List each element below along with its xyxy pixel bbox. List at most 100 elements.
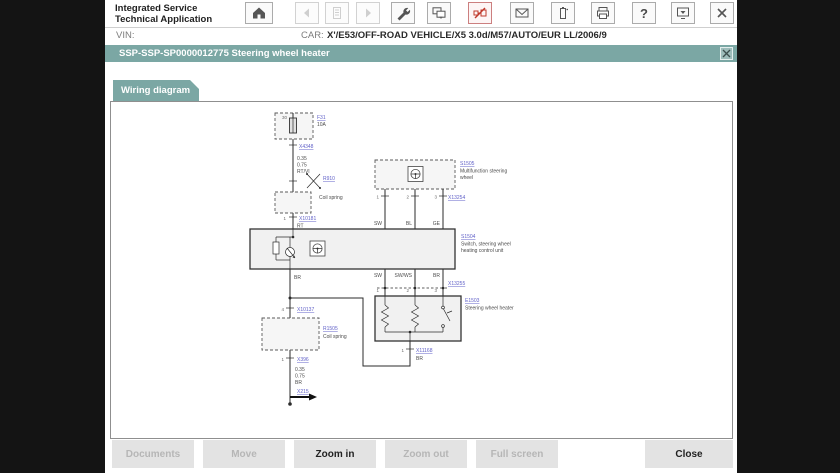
- connector-x396-link[interactable]: X396: [297, 357, 309, 363]
- ctrl-name-2: heating control unit: [461, 248, 504, 254]
- connector-x13254-link[interactable]: X13254: [448, 195, 465, 201]
- connection-button[interactable]: [468, 2, 492, 24]
- full-screen-button[interactable]: Full screen: [476, 440, 558, 468]
- ssp-title-bar: SSP-SSP-SP0000012775 Steering wheel heat…: [105, 45, 737, 62]
- splice-symbol: [306, 173, 321, 189]
- connector-x13255-link[interactable]: X13255: [448, 281, 465, 287]
- coil2-id-link[interactable]: R1505: [323, 326, 338, 332]
- connector-x10181-link[interactable]: X10181: [299, 216, 316, 222]
- app-title-line2: Technical Application: [115, 14, 212, 25]
- document-button[interactable]: [325, 2, 349, 24]
- ctrl-steering-wheel-icon: [310, 241, 325, 256]
- car-value: X'/E53/OFF-ROAD VEHICLE/X5 3.0d/M57/AUTO…: [327, 30, 607, 41]
- ssp-title: SSP-SSP-SP0000012775 Steering wheel heat…: [119, 48, 330, 59]
- footer: Documents Move Zoom in Zoom out Full screen C…: [112, 440, 733, 468]
- mail-button[interactable]: [510, 2, 534, 24]
- nav-back-button[interactable]: [295, 2, 319, 24]
- workshop-button[interactable]: [391, 2, 415, 24]
- minimize-icon: [675, 5, 691, 21]
- mfl-id-link[interactable]: S1505: [460, 161, 475, 167]
- help-icon: ?: [640, 6, 648, 21]
- vehicle-info-row: VIN: CAR: X'/E53/OFF-ROAD VEHICLE/X5 3.0…: [105, 28, 737, 44]
- zoom-out-button[interactable]: Zoom out: [385, 440, 467, 468]
- printer-icon: [595, 5, 611, 21]
- mfl-name-1: Multifunction steering: [460, 169, 507, 175]
- ista-window: Integrated Service Technical Application: [105, 0, 737, 473]
- printer-button[interactable]: [591, 2, 615, 24]
- mail-icon: [514, 5, 530, 21]
- ssp-close-icon: [722, 49, 731, 58]
- displays-button[interactable]: [427, 2, 451, 24]
- ctrl-name-1: Switch, steering wheel: [461, 242, 511, 248]
- mfl-name-2: wheel: [460, 175, 473, 181]
- coil-spring-box-top: [275, 192, 311, 213]
- heater-id-link[interactable]: E1503: [465, 298, 480, 304]
- wrench-icon: [395, 5, 411, 21]
- ground-dot: [288, 402, 292, 406]
- ctrl-box: [250, 229, 455, 269]
- move-button[interactable]: Move: [203, 440, 285, 468]
- battery-button[interactable]: [551, 2, 575, 24]
- conn-x396-pin: 1: [281, 357, 284, 362]
- fuse-id-link[interactable]: F31: [317, 115, 326, 121]
- wire-gauge-1: 0.35: [297, 156, 307, 162]
- coil-spring-box-bottom: [262, 318, 319, 350]
- vin-label: VIN:: [116, 30, 134, 41]
- home-icon: [251, 5, 267, 21]
- ctrl-wire-br: BR: [294, 275, 301, 281]
- ctrl-id-link[interactable]: S1504: [461, 234, 476, 240]
- nav-forward-button[interactable]: [356, 2, 380, 24]
- wire-mid-3: BR: [433, 273, 440, 279]
- ground-point-link[interactable]: X215: [297, 389, 309, 395]
- coil-spring-top-label: Coil spring: [319, 195, 343, 201]
- wire-sw-label: SW: [374, 221, 382, 227]
- close-button[interactable]: Close: [645, 440, 733, 468]
- connector-x4348-link[interactable]: X4348: [299, 144, 314, 150]
- connector-x11168-link[interactable]: X11168: [416, 348, 433, 354]
- wiring-diagram-panel: 30 F31 10A X4348 0.35 0.75 RT/VI R910 Co…: [110, 101, 733, 439]
- heater-box: [375, 296, 461, 341]
- battery-icon: [555, 5, 571, 21]
- app-title-line1: Integrated Service: [115, 3, 212, 14]
- ssp-close-button[interactable]: [720, 47, 733, 60]
- mid-pin-3: 3: [434, 288, 437, 293]
- mfl-pin-3: 3: [434, 195, 437, 200]
- tab-label: Wiring diagram: [113, 85, 190, 96]
- heater-pin: 1: [401, 348, 404, 353]
- car-label: CAR:: [301, 30, 324, 41]
- wire-gauge-2: 0.75: [297, 163, 307, 169]
- wire-bottom-2: 0.75: [295, 374, 305, 380]
- wiring-diagram-svg: 30 F31 10A X4348 0.35 0.75 RT/VI R910 Co…: [111, 102, 732, 438]
- documents-button[interactable]: Documents: [112, 440, 194, 468]
- home-button[interactable]: [245, 2, 273, 24]
- wire-bottom-3: BR: [295, 380, 302, 386]
- heater-name: Steering wheel heater: [465, 306, 514, 312]
- titlebar: Integrated Service Technical Application: [105, 0, 737, 28]
- tab-wiring-diagram[interactable]: Wiring diagram: [113, 80, 199, 101]
- mfl-pin-2: 2: [406, 195, 409, 200]
- wire-mid-2: SW/WS: [395, 273, 413, 279]
- wire-bl-label: BL: [406, 221, 412, 227]
- connector-x10137-link[interactable]: X10137: [297, 307, 314, 313]
- mid-pin-2: 2: [406, 288, 409, 293]
- help-button[interactable]: ?: [632, 2, 656, 24]
- nav-forward-icon: [360, 5, 376, 21]
- splice-id-link[interactable]: R910: [323, 176, 335, 182]
- close-icon: [714, 5, 730, 21]
- wire-ge-label: GE: [433, 221, 441, 227]
- connection-icon: [472, 5, 488, 21]
- mfl-pin-1: 1: [376, 195, 379, 200]
- conn-x10137-pin: 4: [281, 307, 284, 312]
- wire-bottom-1: 0.35: [295, 367, 305, 373]
- conn-x10181-pin: 1: [283, 216, 286, 221]
- mid-pin-1: 1: [376, 288, 379, 293]
- minimize-button[interactable]: [671, 2, 695, 24]
- close-app-button[interactable]: [710, 2, 734, 24]
- fuse-amp-label: 10A: [317, 122, 327, 128]
- zoom-in-button[interactable]: Zoom in: [294, 440, 376, 468]
- displays-icon: [431, 5, 447, 21]
- document-icon: [329, 5, 345, 21]
- app-title: Integrated Service Technical Application: [115, 3, 212, 26]
- nav-back-icon: [299, 5, 315, 21]
- fuse-pin-label: 30: [282, 115, 288, 120]
